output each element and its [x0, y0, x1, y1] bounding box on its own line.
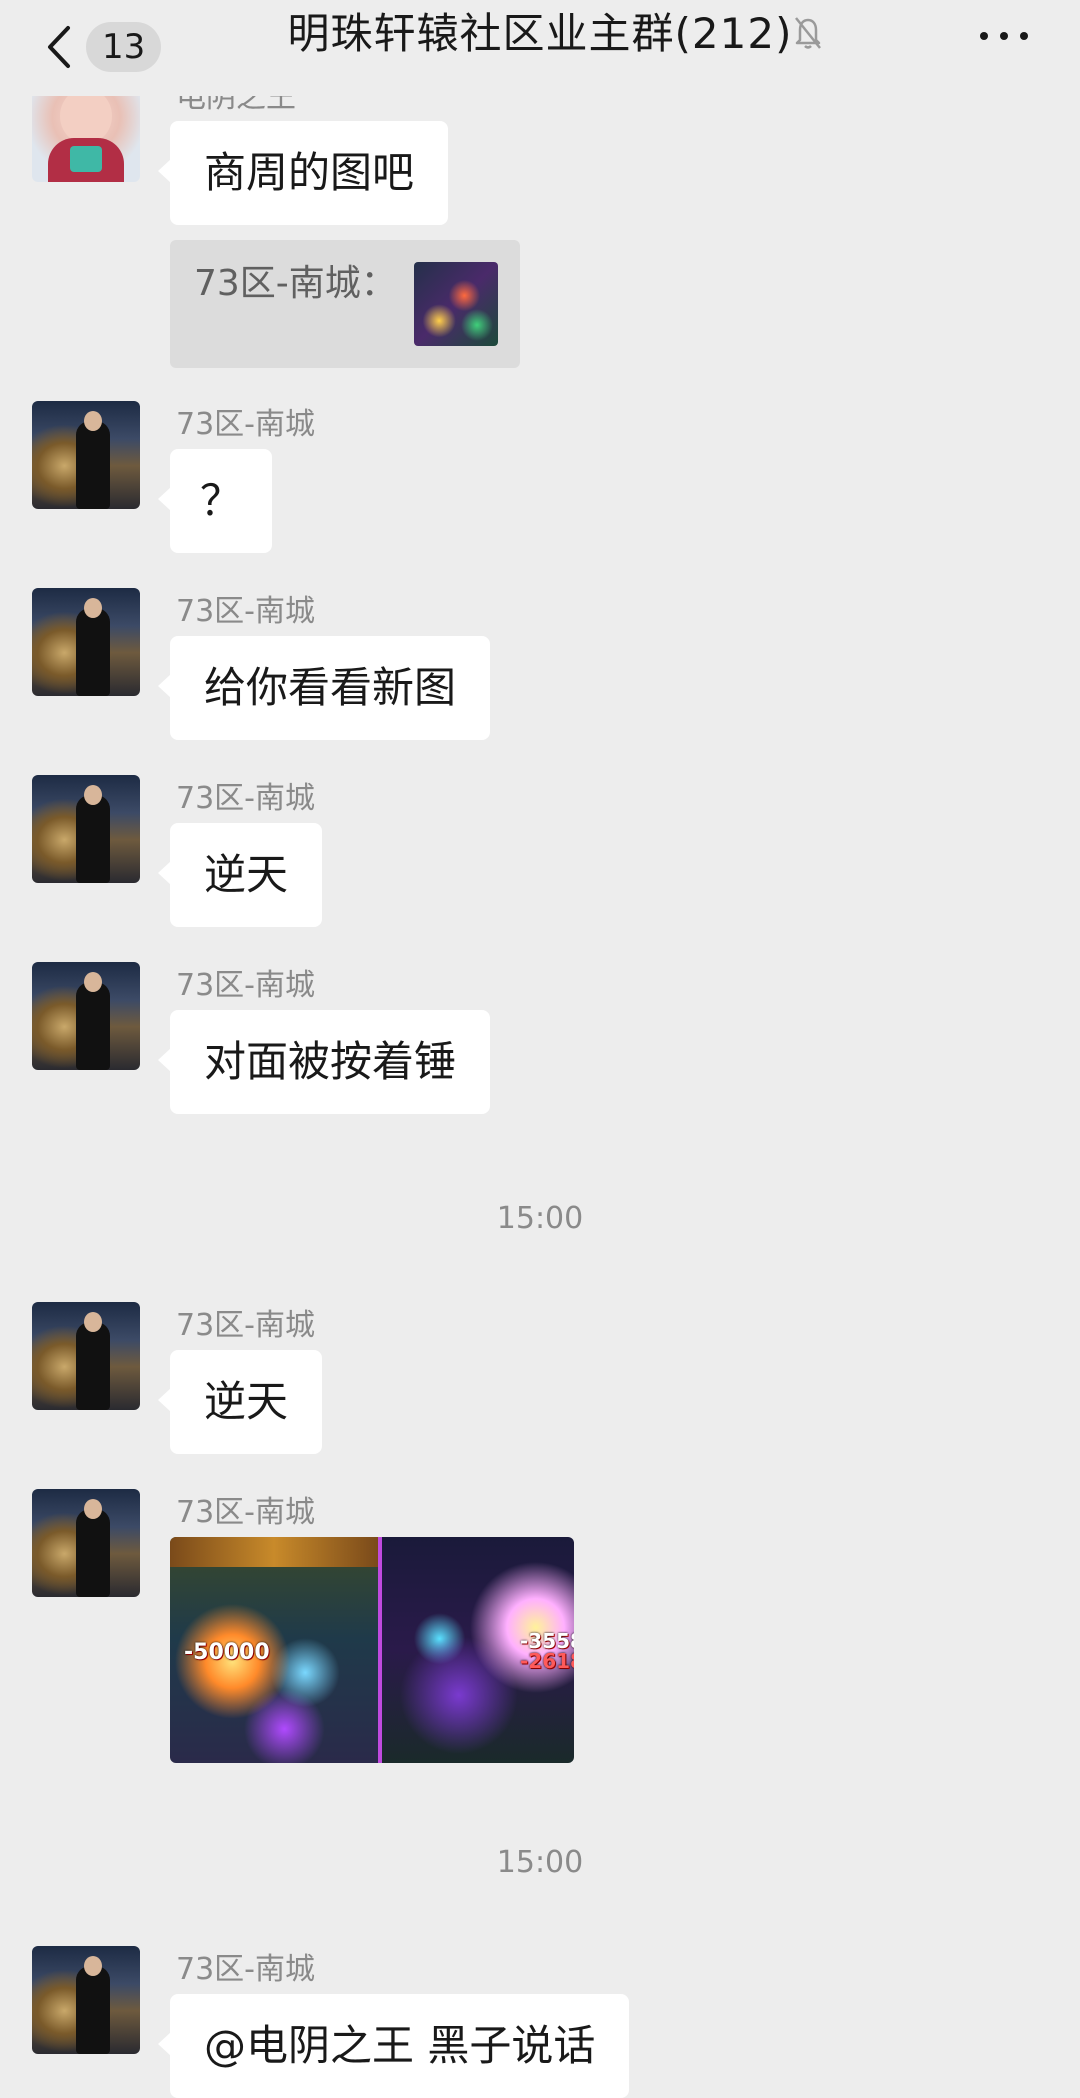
- sender-name: 73区-南城: [176, 781, 315, 816]
- avatar-person: [76, 598, 110, 696]
- bell-off-icon: [795, 17, 821, 49]
- time-divider: 15:00: [496, 1845, 584, 1880]
- avatar[interactable]: [32, 1302, 140, 1410]
- sender-name: 73区-南城: [176, 1308, 315, 1343]
- message-bubble[interactable]: @电阴之王 黑子说话: [157, 1994, 630, 2098]
- sender-name: 73区-南城: [176, 1495, 315, 1530]
- more-dot: [980, 32, 988, 40]
- more-dot: [1020, 32, 1028, 40]
- avatar-person: [76, 1312, 110, 1410]
- avatar-person: [76, 1499, 110, 1597]
- quoted-message[interactable]: 73区-南城：: [170, 240, 520, 368]
- avatar-face: [60, 88, 112, 144]
- game-screenshot-right: -3558 -2618: [382, 1537, 574, 1763]
- more-dot: [1000, 32, 1008, 40]
- quote-image-thumbnail[interactable]: [414, 262, 498, 346]
- avatar-person: [76, 411, 110, 509]
- image-message[interactable]: -50000 -3558 -2618: [170, 1537, 574, 1763]
- avatar-person: [76, 972, 110, 1070]
- message-bubble[interactable]: 逆天: [157, 1350, 323, 1454]
- damage-number: -2618: [520, 1649, 574, 1673]
- avatar[interactable]: [32, 1946, 140, 2054]
- avatar[interactable]: [32, 962, 140, 1070]
- message-bubble[interactable]: 逆天: [157, 823, 323, 927]
- chat-header: 13 明珠轩辕社区业主群(212): [0, 0, 1080, 96]
- avatar[interactable]: [32, 775, 140, 883]
- sender-name: 73区-南城: [176, 1952, 315, 1987]
- message-bubble[interactable]: 对面被按着锤: [157, 1010, 491, 1114]
- game-hud-bar: [170, 1537, 378, 1567]
- message-bubble[interactable]: 商周的图吧: [157, 121, 449, 225]
- damage-number: -50000: [184, 1640, 270, 1665]
- sender-name: 73区-南城: [176, 968, 315, 1003]
- message-bubble[interactable]: ？: [157, 449, 273, 553]
- avatar-shirt: [48, 138, 124, 182]
- avatar[interactable]: [32, 401, 140, 509]
- sender-name: 73区-南城: [176, 594, 315, 629]
- avatar[interactable]: [32, 588, 140, 696]
- avatar-person: [76, 1956, 110, 2054]
- more-options-button[interactable]: [976, 20, 1032, 50]
- avatar[interactable]: [32, 1489, 140, 1597]
- quote-text: 73区-南城：: [194, 263, 397, 304]
- time-divider: 15:00: [496, 1201, 584, 1236]
- game-screenshot-left: -50000: [170, 1537, 378, 1763]
- message-bubble[interactable]: 给你看看新图: [157, 636, 491, 740]
- chat-title: 明珠轩辕社区业主群(212): [287, 9, 793, 58]
- sender-name: 73区-南城: [176, 407, 315, 442]
- avatar-person: [76, 785, 110, 883]
